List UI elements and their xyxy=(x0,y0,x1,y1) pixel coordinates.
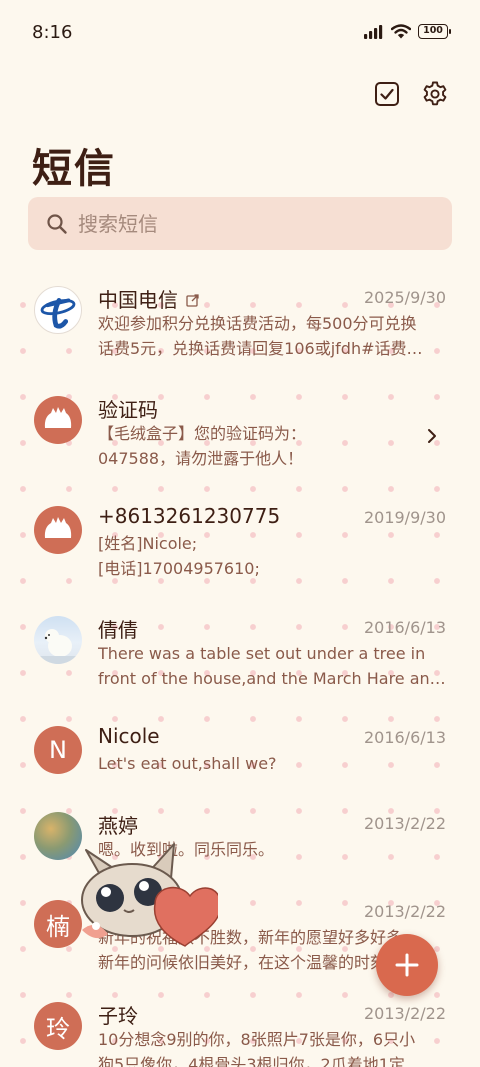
contact-name: Nicole xyxy=(98,724,160,748)
message-preview-line2: front of the house,and the March Hare an… xyxy=(98,669,446,688)
avatar xyxy=(34,506,82,554)
select-button[interactable] xyxy=(369,76,405,112)
status-bar: 8:16 100 xyxy=(0,0,480,66)
message-date: 2016/6/13 xyxy=(363,618,446,637)
search-bar[interactable] xyxy=(28,197,452,250)
message-preview-line1: Let's eat out,shall we? xyxy=(98,754,277,773)
plush-box-logo-icon xyxy=(44,517,72,538)
telecom-logo-icon xyxy=(40,298,76,329)
contact-name: 倩倩 xyxy=(98,618,138,642)
message-preview-line1: There was a table set out under a tree i… xyxy=(98,644,426,663)
signal-icon xyxy=(364,24,383,39)
new-message-button[interactable] xyxy=(376,934,438,996)
contact-name: 验证码 xyxy=(98,398,158,422)
status-time: 8:16 xyxy=(32,22,73,43)
message-date: 2013/2/22 xyxy=(363,814,446,833)
search-input[interactable] xyxy=(78,211,418,236)
list-item[interactable]: 验证码 【毛绒盒子】您的验证码为： 047588，请勿泄露于他人！ xyxy=(0,384,480,484)
message-date: 2025/9/30 xyxy=(363,288,446,307)
settings-button[interactable] xyxy=(417,76,453,112)
message-preview-line2: 狗5只像你，4根骨头3根归你，2爪着地1定 xyxy=(98,1055,405,1067)
avatar xyxy=(34,286,82,334)
message-preview-line1: 欢迎参加积分兑换话费活动，每500分可兑换 xyxy=(98,314,417,333)
gear-icon xyxy=(423,81,447,106)
message-preview-line2: [电话]17004957610; xyxy=(98,559,260,578)
system-icons: 100 xyxy=(364,24,451,39)
list-item[interactable]: N Nicole 2016/6/13 Let's eat out,shall w… xyxy=(0,714,480,814)
list-item[interactable]: 玲 子玲 2013/2/22 10分想念9别的你，8张照片7张是你，6只小 狗5… xyxy=(0,990,480,1067)
avatar: N xyxy=(34,726,82,774)
external-link-icon xyxy=(186,294,200,307)
contact-name: +8613261230775 xyxy=(98,504,281,528)
message-preview-line1: 【毛绒盒子】您的验证码为： xyxy=(98,424,307,443)
message-date: 2019/9/30 xyxy=(363,508,446,527)
list-item[interactable]: 倩倩 2016/6/13 There was a table set out u… xyxy=(0,604,480,704)
avatar xyxy=(34,616,82,664)
list-item[interactable]: 中国电信 2025/9/30 欢迎参加积分兑换话费活动，每500分可兑换 话费5… xyxy=(0,274,480,374)
message-date: 2013/2/22 xyxy=(363,902,446,921)
header: 短信 xyxy=(0,66,480,262)
polar-bear-photo-icon xyxy=(34,629,82,664)
wifi-icon xyxy=(391,24,411,39)
plush-box-logo-icon xyxy=(44,407,72,428)
search-icon xyxy=(47,213,67,234)
plus-icon xyxy=(395,953,419,977)
message-preview-line2: 047588，请勿泄露于他人！ xyxy=(98,449,304,468)
contact-name: 子玲 xyxy=(98,1004,138,1028)
page-title: 短信 xyxy=(32,146,116,192)
battery-indicator: 100 xyxy=(418,24,451,39)
message-preview-line1: 10分想念9别的你，8张照片7张是你，6只小 xyxy=(98,1030,416,1049)
checklist-icon xyxy=(375,82,399,106)
message-preview-line1: [姓名]Nicole; xyxy=(98,534,198,553)
avatar xyxy=(34,396,82,444)
cat-mascot-decoration xyxy=(81,843,218,947)
list-item[interactable]: +8613261230775 2019/9/30 [姓名]Nicole; [电话… xyxy=(0,494,480,594)
contact-name: 中国电信 xyxy=(98,284,200,313)
chevron-right-icon xyxy=(428,429,436,443)
avatar: 玲 xyxy=(34,1002,82,1050)
message-date: 2016/6/13 xyxy=(363,728,446,747)
message-preview-line2: 话费5元，兑换话费请回复106或jfdh#话费… xyxy=(98,339,423,358)
message-date: 2013/2/22 xyxy=(363,1004,446,1023)
